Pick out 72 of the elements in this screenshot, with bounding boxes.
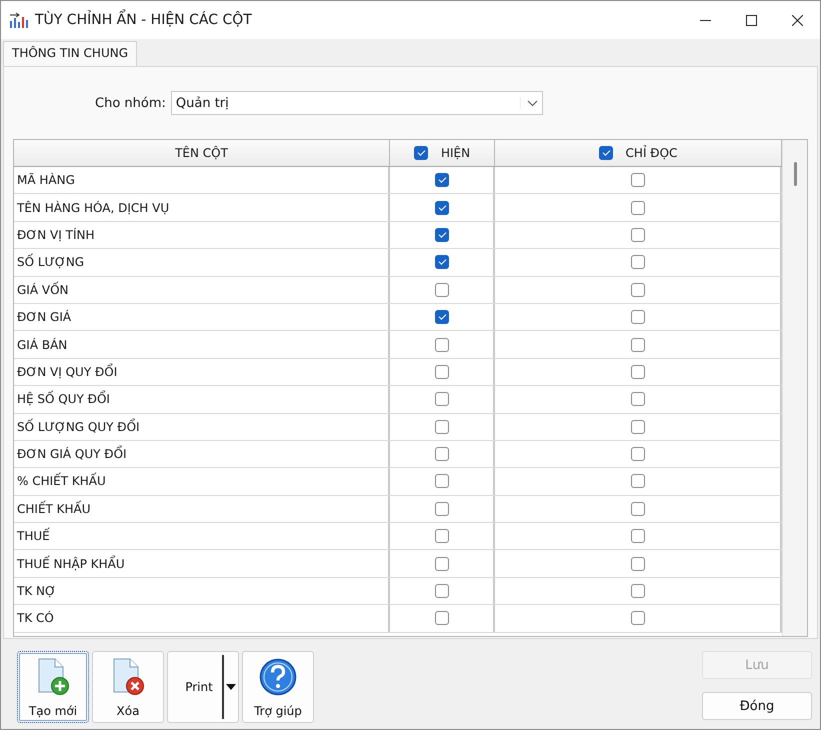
group-label: Cho nhóm:: [95, 96, 166, 110]
show-checkbox[interactable]: [434, 338, 448, 352]
read-only-checkbox[interactable]: [630, 474, 644, 488]
caret-icon: [226, 684, 236, 690]
show-checkbox[interactable]: [434, 502, 448, 516]
header-checkbox[interactable]: [598, 146, 613, 160]
show-checkbox[interactable]: [434, 392, 448, 406]
read-only-checkbox[interactable]: [630, 529, 644, 544]
column-name-cell: ĐƠN VỊ TÍNH: [14, 222, 390, 248]
group-dropdown[interactable]: Quản trị: [170, 91, 543, 115]
read-only-checkbox[interactable]: [630, 392, 644, 406]
toolbar-button[interactable]: Tạo mới: [17, 651, 89, 723]
help-icon: [259, 658, 297, 696]
read-only-checkbox[interactable]: [630, 447, 644, 462]
read-only-checkbox[interactable]: [630, 584, 644, 598]
column-name-cell: SỐ LƯỢNG: [14, 249, 390, 276]
show-checkbox[interactable]: [434, 228, 448, 242]
show-checkbox[interactable]: [434, 584, 448, 598]
show-checkbox[interactable]: [434, 255, 448, 270]
read-only-checkbox[interactable]: [630, 228, 644, 242]
header-checkbox[interactable]: [414, 146, 428, 160]
column-name-cell: SỐ LƯỢNG QUY ĐỔI: [14, 414, 390, 440]
column-name-cell: GIÁ BÁN: [14, 331, 390, 358]
column-name-cell: % CHIẾT KHẤU: [14, 468, 390, 495]
show-checkbox[interactable]: [434, 611, 448, 626]
read-only-checkbox[interactable]: [630, 310, 644, 324]
column-name-cell: CHIẾT KHẤU: [14, 496, 390, 522]
read-only-checkbox[interactable]: [630, 255, 644, 270]
show-checkbox[interactable]: [434, 200, 448, 215]
show-checkbox[interactable]: [434, 474, 448, 488]
document-delete-icon: [111, 658, 145, 696]
show-checkbox[interactable]: [434, 310, 448, 324]
tab[interactable]: THÔNG TIN CHUNG: [3, 41, 138, 66]
column-name-cell: TK CÓ: [14, 605, 390, 632]
print-split-button[interactable]: Print: [167, 651, 239, 723]
column-name-cell: MÃ HÀNG: [14, 167, 390, 194]
app-icon: [9, 12, 29, 28]
column-name-cell: GIÁ VỐN: [14, 276, 390, 303]
read-only-checkbox[interactable]: [630, 502, 644, 516]
maximize-icon[interactable]: [746, 14, 756, 26]
read-only-checkbox[interactable]: [630, 173, 644, 188]
toolbar-button[interactable]: Xóa: [92, 651, 164, 723]
close-icon[interactable]: [792, 14, 802, 26]
document-add-icon: [36, 658, 70, 696]
show-checkbox[interactable]: [434, 173, 448, 188]
column-name-cell: THUẾ NHẬP KHẨU: [14, 550, 390, 577]
read-only-checkbox[interactable]: [630, 556, 644, 571]
column-name-cell: TÊN HÀNG HÓA, DỊCH VỤ: [14, 194, 390, 221]
read-only-checkbox[interactable]: [630, 282, 644, 297]
column-name-cell: TK NỢ: [14, 578, 390, 604]
scrollbar[interactable]: [782, 140, 807, 636]
show-checkbox[interactable]: [434, 282, 448, 297]
action-button[interactable]: Đóng: [702, 692, 812, 720]
column-header: CHỈ ĐỌC: [626, 146, 678, 160]
column-name-cell: ĐƠN VỊ QUY ĐỔI: [14, 358, 390, 386]
column-header: HIỆN: [440, 146, 470, 160]
show-checkbox[interactable]: [434, 364, 448, 379]
column-name-cell: ĐƠN GIÁ QUY ĐỔI: [14, 440, 390, 468]
show-checkbox[interactable]: [434, 420, 448, 434]
column-name-cell: HỆ SỐ QUY ĐỔI: [14, 386, 390, 413]
read-only-checkbox[interactable]: [630, 200, 644, 215]
toolbar-button[interactable]: Trợ giúp: [242, 651, 314, 723]
read-only-checkbox[interactable]: [630, 420, 644, 434]
show-checkbox[interactable]: [434, 529, 448, 544]
read-only-checkbox[interactable]: [630, 364, 644, 379]
read-only-checkbox[interactable]: [630, 338, 644, 352]
read-only-checkbox[interactable]: [630, 611, 644, 626]
column-header: TÊN CỘT: [175, 146, 228, 160]
show-checkbox[interactable]: [434, 447, 448, 462]
show-checkbox[interactable]: [434, 556, 448, 571]
column-name-cell: THUẾ: [14, 523, 390, 550]
column-name-cell: ĐƠN GIÁ: [14, 304, 390, 330]
